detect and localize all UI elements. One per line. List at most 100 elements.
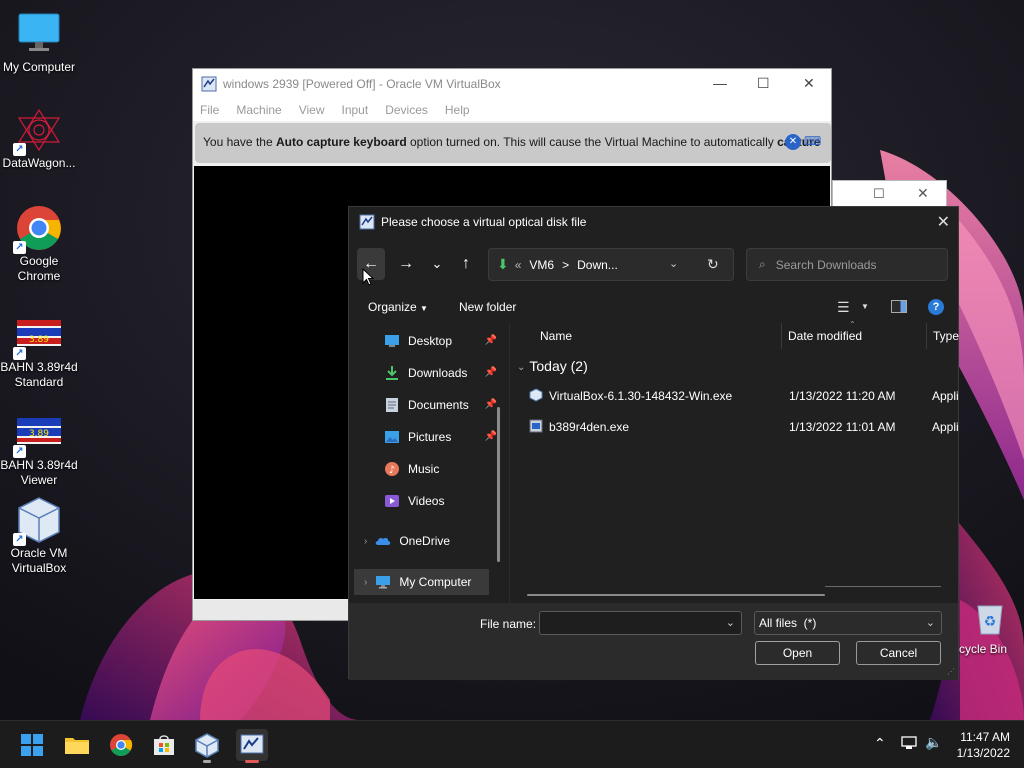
file-row[interactable]: VirtualBox-6.1.30-148432-Win.exe 1/13/20… (515, 381, 960, 411)
menu-devices[interactable]: Devices (385, 103, 428, 117)
preview-pane-icon[interactable] (891, 300, 907, 313)
file-name-input[interactable]: ⌄ (539, 611, 742, 635)
breadcrumb-overflow[interactable]: « (515, 258, 522, 272)
refresh-icon[interactable]: ↻ (707, 256, 719, 273)
store-button[interactable] (148, 729, 180, 761)
view-options-icon[interactable]: ☰ (837, 299, 850, 316)
chrome-taskbar-button[interactable] (105, 729, 137, 761)
close-notice-icon[interactable]: ✕ (785, 134, 801, 150)
file-name-dropdown-icon[interactable]: ⌄ (726, 616, 735, 629)
virtualbox-icon (195, 733, 219, 758)
keyboard-capture-icon[interactable]: ⌨ (804, 134, 821, 148)
menu-file[interactable]: File (200, 103, 219, 117)
chrome-icon (110, 734, 133, 756)
file-row[interactable]: b389r4den.exe 1/13/2022 11:01 AM Appli (515, 412, 960, 442)
address-dropdown-icon[interactable]: ⌄ (669, 257, 678, 270)
show-hidden-icons-icon[interactable]: ⌃ (874, 735, 886, 752)
menu-machine[interactable]: Machine (236, 103, 281, 117)
view-dropdown-icon[interactable]: ▼ (861, 302, 869, 311)
tram-icon: 3.89 ↗ (13, 408, 63, 458)
cancel-button[interactable]: Cancel (856, 641, 941, 665)
network-icon[interactable] (900, 735, 918, 751)
column-separator[interactable] (781, 323, 782, 349)
pin-icon: 📌 (484, 367, 497, 378)
breadcrumb-downloads[interactable]: Down... (577, 258, 618, 272)
notice-text: option turned on. This will cause the Vi… (406, 135, 778, 149)
sidebar-item-label: Documents (408, 398, 469, 412)
monitor-icon (375, 574, 391, 590)
menu-view[interactable]: View (299, 103, 325, 117)
organize-menu[interactable]: Organize ▼ (368, 300, 428, 314)
system-clock[interactable]: 11:47 AM 1/13/2022 (957, 729, 1010, 761)
desktop-icon-google-chrome[interactable]: ↗ Google Chrome (0, 204, 78, 284)
horizontal-scrollbar[interactable] (527, 594, 825, 596)
sidebar-item-documents[interactable]: Documents 📌 (384, 393, 499, 417)
dialog-titlebar[interactable]: Please choose a virtual optical disk fil… (349, 207, 958, 237)
background-window[interactable]: ☐ ✕ (832, 180, 947, 208)
sidebar-item-desktop[interactable]: Desktop 📌 (384, 329, 499, 353)
up-button[interactable]: ↑ (452, 248, 480, 280)
desktop-icon-recycle-bin[interactable]: ♻ cycle Bin (955, 600, 1024, 656)
desktop-icon-my-computer[interactable]: My Computer (0, 10, 78, 75)
file-type: Appli (932, 420, 959, 434)
desktop-icon-label: Oracle VM VirtualBox (10, 546, 68, 575)
sidebar-item-my-computer[interactable]: › My Computer (354, 569, 489, 595)
file-explorer-button[interactable] (61, 729, 93, 761)
resize-grip-icon[interactable]: ⋰ (947, 667, 955, 676)
volume-icon[interactable]: 🔈 (925, 734, 942, 751)
close-button[interactable]: ✕ (803, 75, 815, 92)
menu-help[interactable]: Help (445, 103, 470, 117)
dialog-close-button[interactable]: ✕ (937, 212, 950, 232)
file-type-dropdown-icon[interactable]: ⌄ (926, 616, 935, 629)
monitor-icon (15, 10, 63, 58)
sidebar-scrollbar[interactable] (497, 407, 500, 562)
new-folder-button[interactable]: New folder (459, 300, 516, 314)
desktop-icon-datawagon[interactable]: ↗ DataWagon... (0, 106, 78, 171)
column-header-name[interactable]: Name (540, 329, 572, 343)
desktop-icon-virtualbox[interactable]: ↗ Oracle VM VirtualBox (0, 496, 78, 576)
close-icon[interactable]: ✕ (917, 185, 929, 202)
open-button[interactable]: Open (755, 641, 840, 665)
sidebar-item-label: Pictures (408, 430, 452, 444)
search-input[interactable]: ⌕ Search Downloads (746, 248, 948, 281)
expand-chevron-icon[interactable]: › (364, 577, 367, 588)
maximize-button[interactable]: ☐ (757, 75, 770, 92)
desktop-icon-label: My Computer (2, 60, 76, 74)
sidebar-item-downloads[interactable]: Downloads 📌 (384, 361, 499, 385)
expand-chevron-icon[interactable]: › (364, 536, 367, 547)
group-header-today[interactable]: ⌄ Today (2) (517, 358, 588, 374)
sidebar-item-music[interactable]: ♪ Music (384, 457, 499, 481)
scrollbar-track (825, 586, 941, 587)
recent-locations-button[interactable]: ⌄ (423, 248, 451, 280)
collapse-chevron-icon[interactable]: ⌄ (517, 362, 525, 373)
desktop-icon-bahn-standard[interactable]: 3.89 ↗ BAHN 3.89r4d Standard (0, 310, 78, 390)
desktop-icon-bahn-viewer[interactable]: 3.89 ↗ BAHN 3.89r4d Viewer (0, 408, 78, 488)
file-name: VirtualBox-6.1.30-148432-Win.exe (549, 389, 733, 403)
dialog-title: Please choose a virtual optical disk fil… (381, 215, 587, 229)
window-titlebar[interactable]: windows 2939 [Powered Off] - Oracle VM V… (193, 69, 831, 99)
maximize-icon[interactable]: ☐ (873, 186, 885, 202)
sidebar-item-onedrive[interactable]: › OneDrive (364, 529, 499, 553)
minimize-button[interactable]: — (713, 75, 727, 91)
virtualbox-vm-taskbar-button[interactable] (236, 729, 268, 763)
column-separator[interactable] (926, 323, 927, 349)
column-header-date-modified[interactable]: Date modified (788, 329, 862, 343)
forward-button[interactable]: → (392, 248, 420, 280)
help-icon[interactable]: ? (928, 299, 944, 315)
virtualbox-app-icon (359, 214, 375, 230)
address-bar[interactable]: ⬇ « VM6 > Down... ⌄ ↻ (488, 248, 734, 281)
virtualbox-taskbar-button[interactable] (191, 729, 223, 763)
pin-icon: 📌 (484, 399, 497, 410)
file-type-select[interactable]: All files (*) ⌄ (754, 611, 942, 635)
file-name: b389r4den.exe (549, 420, 630, 434)
menu-input[interactable]: Input (342, 103, 369, 117)
sidebar-item-pictures[interactable]: Pictures 📌 (384, 425, 499, 449)
start-button[interactable] (16, 729, 48, 761)
breadcrumb-vm6[interactable]: VM6 (529, 258, 554, 272)
windows-logo-icon (21, 734, 43, 756)
sidebar-item-videos[interactable]: Videos (384, 489, 499, 513)
recycle-bin-icon: ♻ (972, 600, 1008, 636)
column-header-type[interactable]: Type (933, 329, 959, 343)
open-file-dialog[interactable]: Please choose a virtual optical disk fil… (348, 206, 960, 680)
svg-text:3.89: 3.89 (29, 429, 49, 439)
